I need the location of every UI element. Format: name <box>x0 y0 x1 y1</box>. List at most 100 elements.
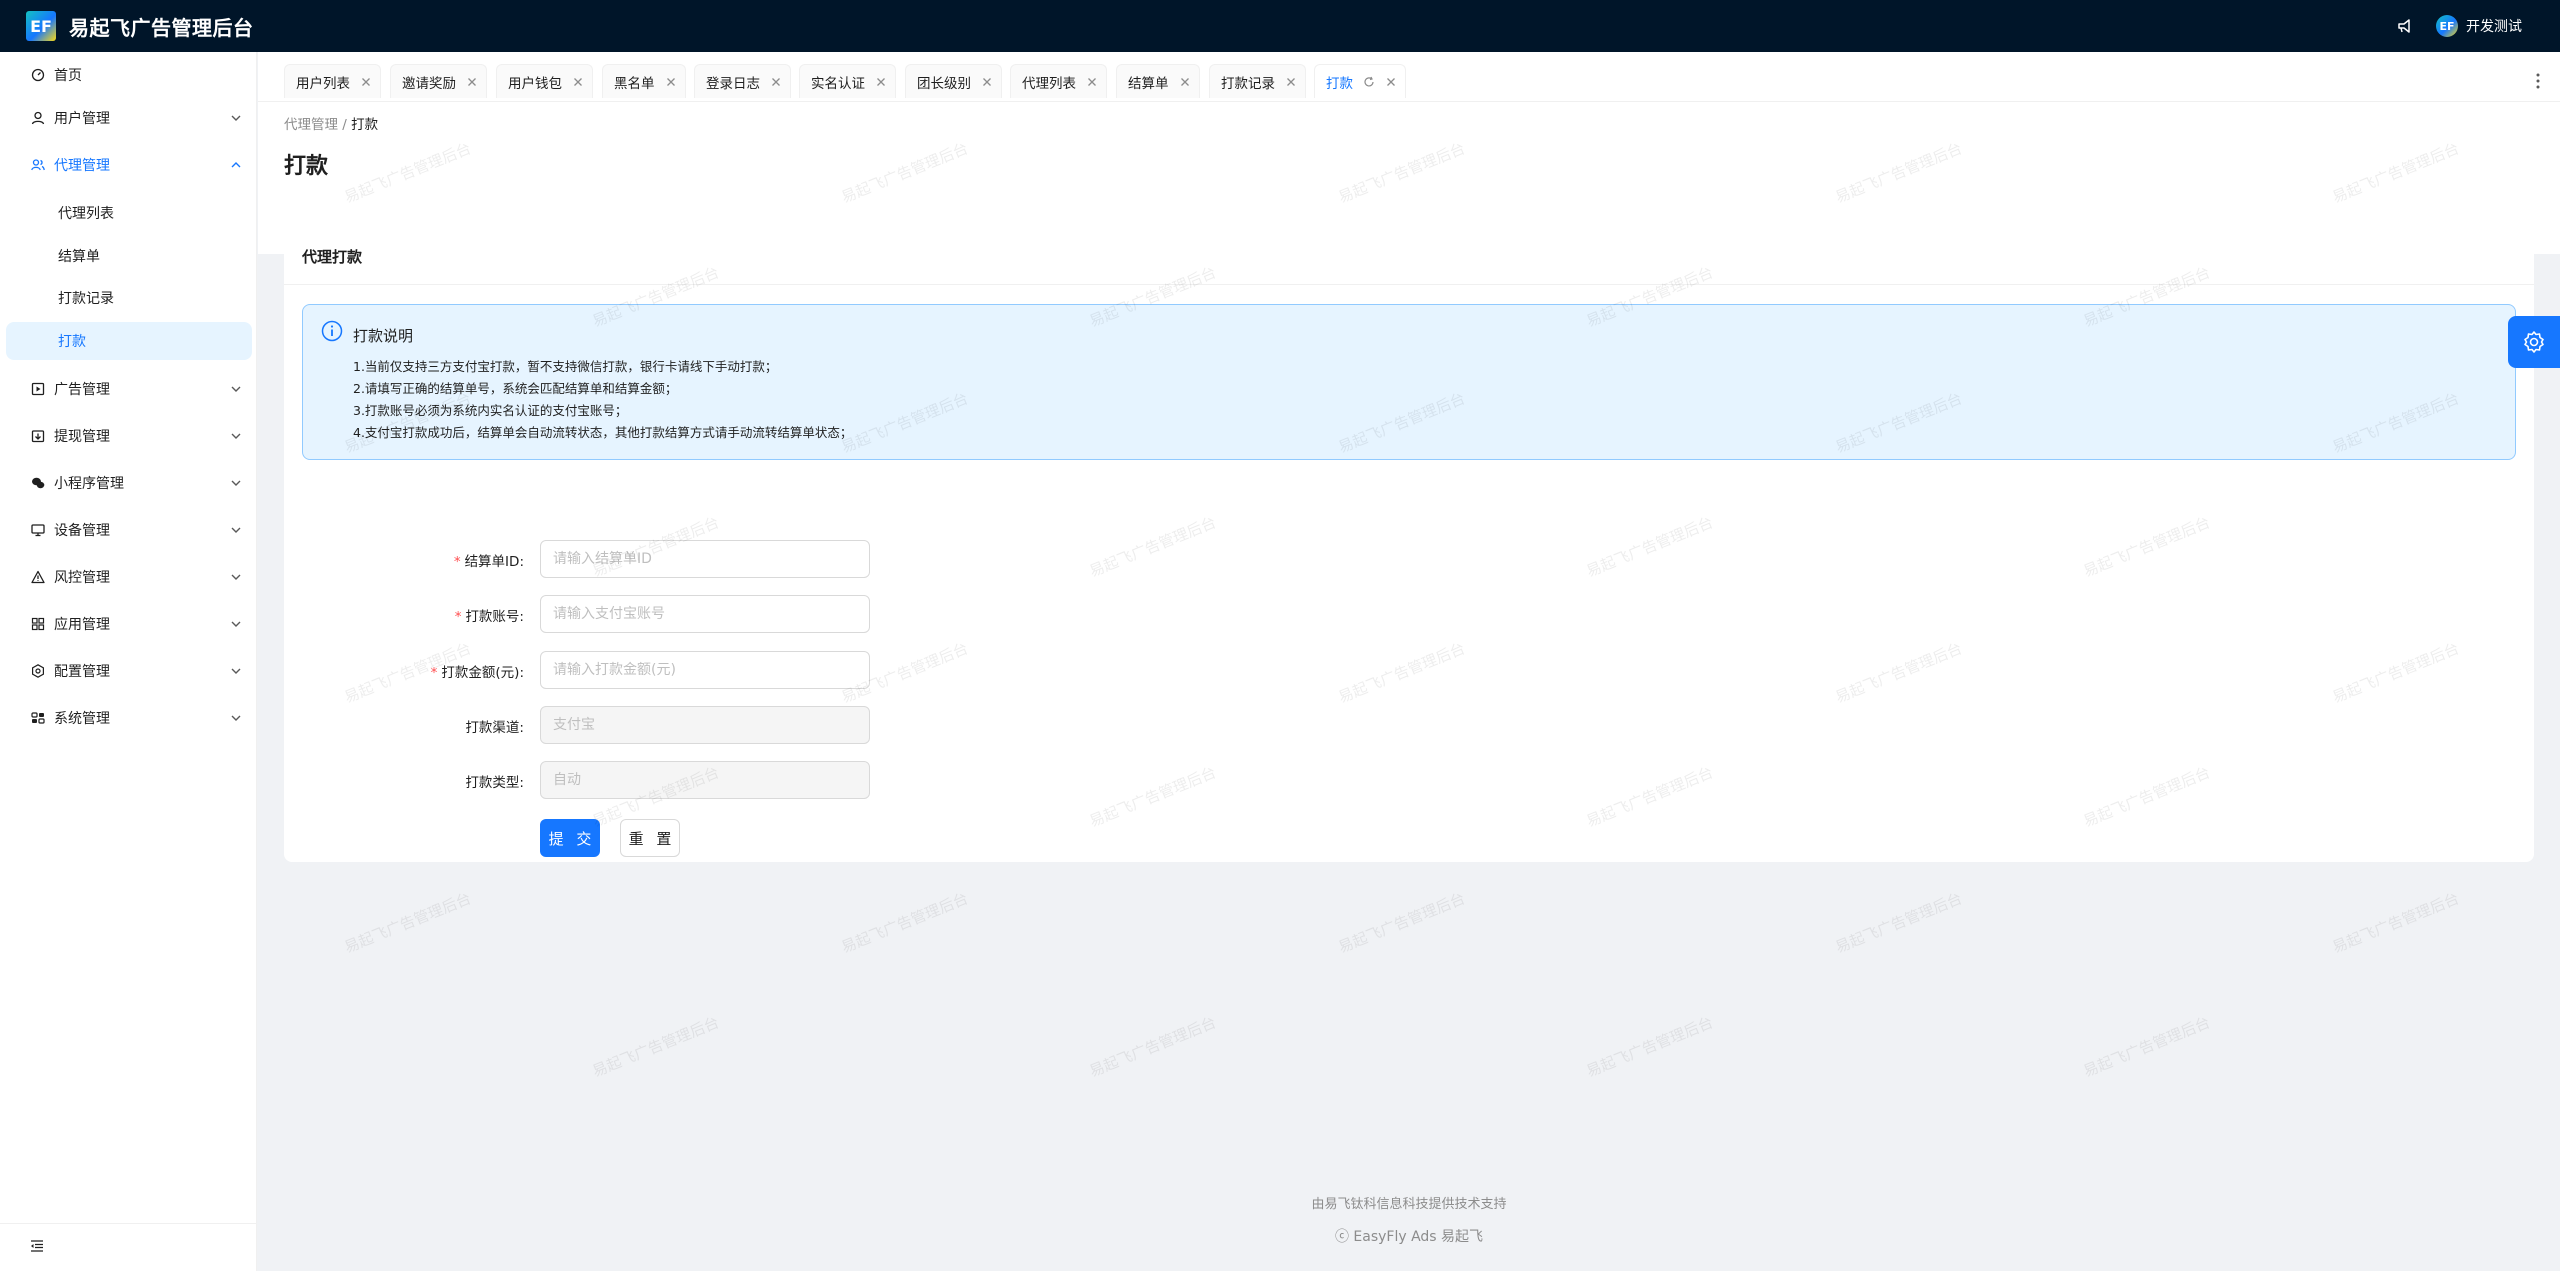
tab-user-wallet[interactable]: 用户钱包 <box>496 64 593 98</box>
sidebar-item-label: 小程序管理 <box>54 476 124 492</box>
footer-tech-support: 由易飞钛科信息科技提供技术支持 <box>1311 1197 1507 1212</box>
tab-invite-rewards[interactable]: 邀请奖励 <box>390 64 487 98</box>
watermark-text: 易起飞广告管理后台 <box>1335 889 1468 957</box>
tab-label: 代理列表 <box>1022 75 1076 92</box>
sidebar-subitem-settlement[interactable]: 结算单 <box>6 237 252 275</box>
required-mark: * <box>453 554 461 570</box>
payment-account-input[interactable] <box>540 595 870 633</box>
form-label: * 结算单ID: <box>454 550 524 570</box>
chevron-down-icon <box>231 115 241 121</box>
app-title[interactable]: 易起飞广告管理后台 <box>69 12 254 41</box>
tab-payment-records[interactable]: 打款记录 <box>1209 64 1306 98</box>
alert-title: 打款说明 <box>353 327 414 345</box>
sidebar-item-miniprogram[interactable]: 小程序管理 <box>0 463 257 503</box>
sidebar-item-label: 风控管理 <box>54 570 110 586</box>
close-icon[interactable] <box>770 76 782 88</box>
ad-icon <box>30 381 46 397</box>
sidebar-subitem-payment-records[interactable]: 打款记录 <box>6 279 252 317</box>
sidebar-item-home[interactable]: 首页 <box>0 55 257 95</box>
header-actions: EF 开发测试 <box>2396 0 2522 52</box>
alert-line: 1.当前仅支持三方支付宝打款，暂不支持微信打款，银行卡请线下手动打款； <box>353 359 778 374</box>
sidebar-item-users[interactable]: 用户管理 <box>0 98 257 138</box>
tab-login-logs[interactable]: 登录日志 <box>694 64 791 98</box>
tabs-bar: 用户列表 邀请奖励 用户钱包 黑名单 登录日志 实名认证 团长级别 代理列表 结… <box>258 52 2560 102</box>
tab-label: 用户列表 <box>296 75 350 92</box>
required-mark: * <box>454 609 462 625</box>
sidebar-item-agents[interactable]: 代理管理 <box>0 145 257 185</box>
warning-icon <box>30 569 46 585</box>
sidebar-item-apps[interactable]: 应用管理 <box>0 604 257 644</box>
close-icon[interactable] <box>665 76 677 88</box>
sidebar-item-devices[interactable]: 设备管理 <box>0 510 257 550</box>
form-label: * 打款账号: <box>455 605 524 625</box>
wechat-icon <box>30 475 46 491</box>
reload-icon[interactable] <box>1363 76 1375 88</box>
menu-fold-icon <box>30 1239 44 1257</box>
sidebar-subitem-payment[interactable]: 打款 <box>6 322 252 360</box>
tab-label: 黑名单 <box>614 75 655 92</box>
sidebar-item-risk[interactable]: 风控管理 <box>0 557 257 597</box>
settings-icon <box>30 663 46 679</box>
tab-payment[interactable]: 打款 <box>1314 64 1406 98</box>
required-mark: * <box>430 665 438 681</box>
settlement-id-input[interactable] <box>540 540 870 578</box>
tab-blacklist[interactable]: 黑名单 <box>602 64 686 98</box>
watermark-text: 易起飞广告管理后台 <box>1832 889 1965 957</box>
tab-user-list[interactable]: 用户列表 <box>284 64 381 98</box>
dashboard-icon <box>30 67 46 83</box>
close-icon[interactable] <box>981 76 993 88</box>
close-icon[interactable] <box>1179 76 1191 88</box>
tab-real-name-auth[interactable]: 实名认证 <box>799 64 896 98</box>
close-icon[interactable] <box>1385 76 1397 88</box>
announcement-icon[interactable] <box>2396 17 2414 35</box>
payment-amount-input[interactable] <box>540 651 870 689</box>
user-name: 开发测试 <box>2466 19 2522 35</box>
sidebar-item-ads[interactable]: 广告管理 <box>0 369 257 409</box>
info-alert: 打款说明 1.当前仅支持三方支付宝打款，暂不支持微信打款，银行卡请线下手动打款；… <box>302 304 2516 460</box>
tab-settlement[interactable]: 结算单 <box>1116 64 1200 98</box>
sidebar-collapse-toggle[interactable] <box>0 1223 257 1271</box>
chevron-down-icon <box>231 386 241 392</box>
watermark-text: 易起飞广告管理后台 <box>1086 1013 1219 1081</box>
close-icon[interactable] <box>360 76 372 88</box>
breadcrumb-separator: / <box>342 117 347 133</box>
watermark-text: 易起飞广告管理后台 <box>2329 889 2462 957</box>
sidebar-item-label: 提现管理 <box>54 429 110 445</box>
top-header: EF 易起飞广告管理后台 EF 开发测试 <box>0 0 2560 52</box>
watermark-text: 易起飞广告管理后台 <box>838 889 971 957</box>
close-icon[interactable] <box>572 76 584 88</box>
chevron-down-icon <box>231 715 241 721</box>
sidebar-item-withdraw[interactable]: 提现管理 <box>0 416 257 456</box>
tab-leader-levels[interactable]: 团长级别 <box>905 64 1002 98</box>
system-icon <box>30 710 46 726</box>
main-content: 用户列表 邀请奖励 用户钱包 黑名单 登录日志 实名认证 团长级别 代理列表 结… <box>258 52 2560 1271</box>
form-row-settlement-id: * 结算单ID: <box>284 540 1184 578</box>
submit-button[interactable]: 提 交 <box>540 819 600 857</box>
payment-type-input <box>540 761 870 799</box>
breadcrumb-parent[interactable]: 代理管理 <box>284 117 338 133</box>
theme-settings-button[interactable] <box>2508 316 2560 368</box>
form-row-amount: * 打款金额(元): <box>284 651 1184 689</box>
close-icon[interactable] <box>1086 76 1098 88</box>
alert-line: 2.请填写正确的结算单号，系统会匹配结算单和结算金额； <box>353 381 678 396</box>
more-vertical-icon[interactable] <box>2536 73 2540 89</box>
app-logo[interactable]: EF <box>26 11 56 41</box>
user-menu[interactable]: EF 开发测试 <box>2436 15 2522 37</box>
tab-agent-list[interactable]: 代理列表 <box>1010 64 1107 98</box>
close-icon[interactable] <box>1285 76 1297 88</box>
tab-label: 登录日志 <box>706 75 760 92</box>
payment-channel-input <box>540 706 870 744</box>
close-icon[interactable] <box>875 76 887 88</box>
footer-copyright: ⓒ EasyFly Ads 易起飞 <box>1334 1229 1484 1245</box>
sidebar-item-config[interactable]: 配置管理 <box>0 651 257 691</box>
sidebar-item-system[interactable]: 系统管理 <box>0 698 257 738</box>
close-icon[interactable] <box>466 76 478 88</box>
sidebar-item-label: 首页 <box>54 68 82 84</box>
chevron-down-icon <box>231 668 241 674</box>
reset-button[interactable]: 重 置 <box>620 819 680 857</box>
alert-line: 3.打款账号必须为系统内实名认证的支付宝账号； <box>353 403 628 418</box>
breadcrumb-current: 打款 <box>351 117 379 133</box>
alert-line: 4.支付宝打款成功后，结算单会自动流转状态，其他打款结算方式请手动流转结算单状态… <box>353 425 853 440</box>
sidebar-subitem-agent-list[interactable]: 代理列表 <box>6 194 252 232</box>
form-label-text: 打款金额(元): <box>441 665 524 681</box>
